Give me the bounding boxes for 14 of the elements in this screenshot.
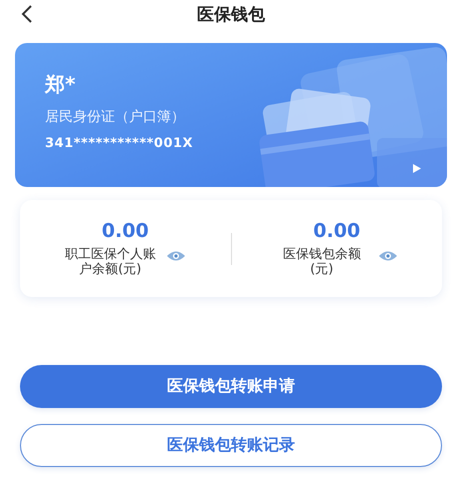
- id-type: 居民身份证（户口簿）: [45, 108, 186, 126]
- eye-icon[interactable]: [378, 250, 398, 262]
- balance-amount: 0.00: [313, 220, 360, 242]
- balance-amount: 0.00: [102, 220, 149, 242]
- back-icon[interactable]: [20, 4, 34, 24]
- holder-name: 郑*: [45, 71, 76, 98]
- transfer-record-button[interactable]: 医保钱包转账记录: [20, 424, 442, 467]
- transfer-apply-button[interactable]: 医保钱包转账申请: [20, 365, 442, 408]
- balance-label: 医保钱包余额(元): [282, 248, 362, 278]
- balance-label: 职工医保个人账户余额(元): [64, 248, 156, 278]
- page-title: 医保钱包: [197, 4, 265, 26]
- eye-icon[interactable]: [166, 250, 186, 262]
- id-number: 341***********001X: [45, 136, 194, 151]
- play-icon[interactable]: [413, 164, 421, 173]
